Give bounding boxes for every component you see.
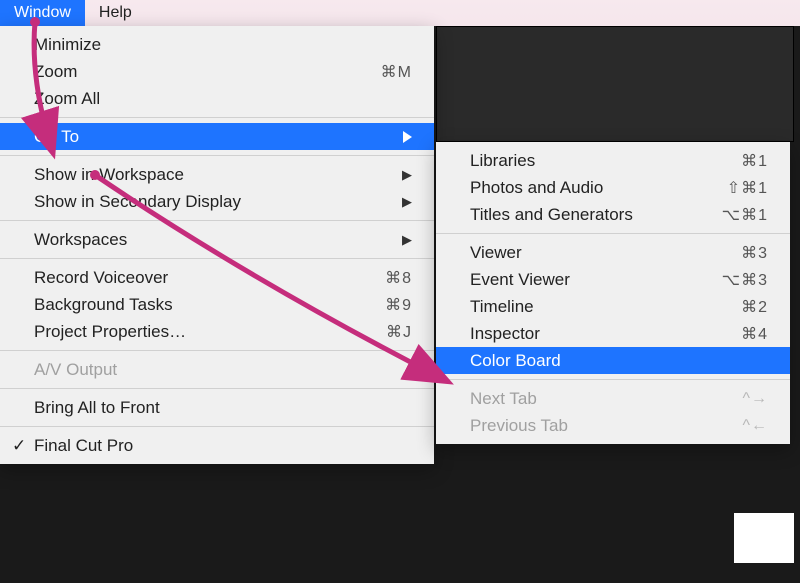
menu-zoom-shortcut: ⌘M	[381, 62, 412, 82]
menubar-window-label: Window	[14, 4, 71, 22]
menu-show-workspace[interactable]: Show in Workspace ▶	[0, 161, 434, 188]
submenu-arrow-icon: ▶	[402, 167, 412, 183]
submenu-prev-tab-shortcut: ^←	[742, 417, 768, 435]
submenu-photos-shortcut: ⇧⌘1	[727, 178, 768, 198]
submenu-titles-shortcut: ⌥⌘1	[722, 205, 768, 225]
submenu-titles-label: Titles and Generators	[470, 205, 722, 225]
submenu-event-viewer-shortcut: ⌥⌘3	[722, 270, 768, 290]
menu-av-output-label: A/V Output	[34, 360, 412, 380]
submenu-next-tab: Next Tab ^→	[436, 385, 790, 412]
menu-bring-front-label: Bring All to Front	[34, 398, 412, 418]
go-to-submenu: Libraries ⌘1 Photos and Audio ⇧⌘1 Titles…	[436, 142, 790, 444]
checkmark-icon: ✓	[12, 436, 26, 456]
menu-background-label: Background Tasks	[34, 295, 385, 315]
separator	[0, 155, 434, 156]
menu-minimize-label: Minimize	[34, 35, 412, 55]
submenu-viewer-label: Viewer	[470, 243, 741, 263]
menu-minimize[interactable]: Minimize	[0, 31, 434, 58]
submenu-libraries-label: Libraries	[470, 151, 741, 171]
separator	[0, 426, 434, 427]
submenu-inspector-shortcut: ⌘4	[741, 324, 768, 344]
submenu-timeline-label: Timeline	[470, 297, 741, 317]
menu-project-shortcut: ⌘J	[386, 322, 412, 342]
menu-show-secondary[interactable]: Show in Secondary Display ▶	[0, 188, 434, 215]
menubar: Window Help	[0, 0, 800, 26]
separator	[0, 117, 434, 118]
menu-show-workspace-label: Show in Workspace	[34, 165, 394, 185]
submenu-previous-tab: Previous Tab ^←	[436, 412, 790, 439]
window-menu: Minimize Zoom ⌘M Zoom All Go To Show in …	[0, 26, 434, 464]
menubar-help[interactable]: Help	[85, 0, 146, 26]
menu-go-to[interactable]: Go To	[0, 123, 434, 150]
menu-av-output: A/V Output	[0, 356, 434, 383]
menu-project-label: Project Properties…	[34, 322, 386, 342]
menu-zoom-label: Zoom	[34, 62, 381, 82]
menu-final-cut-label: Final Cut Pro	[34, 436, 412, 456]
submenu-titles-generators[interactable]: Titles and Generators ⌥⌘1	[436, 201, 790, 228]
menubar-window[interactable]: Window	[0, 0, 85, 26]
submenu-prev-tab-label: Previous Tab	[470, 416, 742, 436]
submenu-photos-audio[interactable]: Photos and Audio ⇧⌘1	[436, 174, 790, 201]
separator	[0, 258, 434, 259]
submenu-arrow-icon: ▶	[402, 232, 412, 248]
submenu-color-board-label: Color Board	[470, 351, 768, 371]
submenu-event-viewer[interactable]: Event Viewer ⌥⌘3	[436, 266, 790, 293]
menu-zoom-all[interactable]: Zoom All	[0, 85, 434, 112]
separator	[0, 220, 434, 221]
background-corner	[734, 513, 794, 563]
submenu-color-board[interactable]: Color Board	[436, 347, 790, 374]
separator	[0, 388, 434, 389]
menubar-help-label: Help	[99, 4, 132, 22]
menu-record-shortcut: ⌘8	[385, 268, 412, 288]
submenu-viewer-shortcut: ⌘3	[741, 243, 768, 263]
menu-show-secondary-label: Show in Secondary Display	[34, 192, 394, 212]
menu-bring-front[interactable]: Bring All to Front	[0, 394, 434, 421]
menu-zoom-all-label: Zoom All	[34, 89, 412, 109]
menu-go-to-label: Go To	[34, 127, 395, 147]
menu-project-properties[interactable]: Project Properties… ⌘J	[0, 318, 434, 345]
submenu-libraries[interactable]: Libraries ⌘1	[436, 147, 790, 174]
submenu-viewer[interactable]: Viewer ⌘3	[436, 239, 790, 266]
submenu-inspector-label: Inspector	[470, 324, 741, 344]
submenu-inspector[interactable]: Inspector ⌘4	[436, 320, 790, 347]
submenu-photos-label: Photos and Audio	[470, 178, 727, 198]
submenu-arrow-icon: ▶	[402, 194, 412, 210]
menu-background-tasks[interactable]: Background Tasks ⌘9	[0, 291, 434, 318]
menu-zoom[interactable]: Zoom ⌘M	[0, 58, 434, 85]
submenu-timeline[interactable]: Timeline ⌘2	[436, 293, 790, 320]
background-panel	[436, 26, 794, 142]
submenu-event-viewer-label: Event Viewer	[470, 270, 722, 290]
menu-workspaces-label: Workspaces	[34, 230, 394, 250]
submenu-arrow-icon	[403, 131, 412, 143]
submenu-libraries-shortcut: ⌘1	[741, 151, 768, 171]
menu-background-shortcut: ⌘9	[385, 295, 412, 315]
menu-record-label: Record Voiceover	[34, 268, 385, 288]
separator	[436, 379, 790, 380]
submenu-next-tab-shortcut: ^→	[742, 390, 768, 408]
submenu-timeline-shortcut: ⌘2	[741, 297, 768, 317]
submenu-next-tab-label: Next Tab	[470, 389, 742, 409]
separator	[436, 233, 790, 234]
menu-record-voiceover[interactable]: Record Voiceover ⌘8	[0, 264, 434, 291]
menu-final-cut-pro[interactable]: ✓ Final Cut Pro	[0, 432, 434, 459]
menu-workspaces[interactable]: Workspaces ▶	[0, 226, 434, 253]
separator	[0, 350, 434, 351]
